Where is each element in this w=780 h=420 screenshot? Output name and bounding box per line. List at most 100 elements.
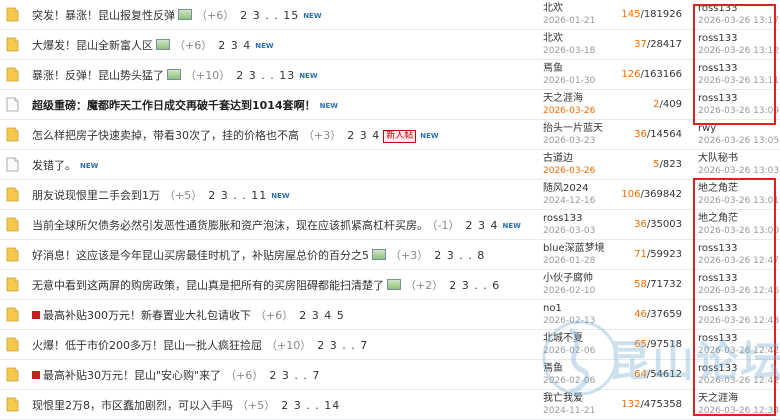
last-post-time[interactable]: 2026-03-26 13:05	[698, 135, 779, 148]
author-name[interactable]: 随风2024	[543, 182, 595, 195]
thread-row[interactable]: 突发！暴涨！昆山报复性反弹 （+6） 2 3 . . 15 NEW 北欢 2026-01-…	[0, 0, 780, 30]
reply-view-counts: 46/37659	[634, 309, 682, 320]
thread-row[interactable]: 当前全球所欠债务必然引发恶性通货膨胀和资产泡沫，现在应该抓紧高杠杆买房。 （-1）…	[0, 210, 780, 240]
thread-title-link[interactable]: 突发！暴涨！昆山报复性反弹	[32, 9, 175, 22]
author-name[interactable]: 抬头一片蓝天	[543, 122, 603, 135]
post-date: 2024-12-16	[543, 196, 596, 206]
post-date: 2026-03-23	[543, 136, 596, 146]
page-links[interactable]: 2 3 . . 7	[317, 339, 368, 352]
page-links[interactable]: 2 3 . . 7	[269, 369, 320, 382]
thread-title-link[interactable]: 暴涨！反弹！昆山势头猛了	[32, 69, 164, 82]
thread-row[interactable]: 火爆！低于市价200多万！昆山一批人疯狂捡屈 （+10） 2 3 . . 7 北城不夏…	[0, 330, 780, 360]
thread-row[interactable]: 暴涨！反弹！昆山势头猛了 （+10） 2 3 . . 13 NEW 焉鱼 2026-01-…	[0, 60, 780, 90]
author-name[interactable]: 北欢	[543, 32, 595, 45]
thread-row[interactable]: 怎么样把房子快速卖掉，带看30次了，挂的价格也不高 （+3） 2 3 4 新人帖 NEW…	[0, 120, 780, 150]
page-links[interactable]: 2 3 4	[465, 219, 498, 232]
thread-title-link[interactable]: 发错了。	[32, 159, 76, 172]
author-name[interactable]: 小伙子腐帅	[543, 272, 595, 285]
author-name[interactable]: no1	[543, 302, 595, 315]
thread-title-block: 超级重磅：魔都昨天工作日成交再破千套达到1014套啊！ NEW	[32, 97, 338, 113]
post-date: 2024-11-21	[543, 406, 596, 416]
thread-author-block: ross133 2026-03-03	[543, 212, 595, 238]
author-name[interactable]: 我亡我爱	[543, 392, 595, 405]
author-name[interactable]: blue深蓝梦境	[543, 242, 605, 255]
thread-title-link[interactable]: 火爆！低于市价200多万！昆山一批人疯狂捡屈	[32, 339, 262, 352]
thread-row[interactable]: 发错了。 NEW 古道边 2026-03-26 5/823 大队秘书 2026-03-26 …	[0, 150, 780, 180]
thread-row[interactable]: 大爆发！昆山全新富人区 （+6） 2 3 4 NEW 北欢 2026-03-18 37/28…	[0, 30, 780, 60]
folder-icon	[6, 217, 19, 232]
thread-title-link[interactable]: 无意中看到这两屏的购房政策，昆山真是把所有的买房阻碍都能扫清楚了	[32, 279, 384, 292]
reply-view-counts: 126/163166	[621, 69, 682, 80]
post-date: 2026-03-18	[543, 46, 596, 56]
page-links[interactable]: 2 3 4 5	[299, 309, 344, 322]
page-links[interactable]: 2 3 . . 15	[240, 9, 299, 22]
thread-title-link[interactable]: 最高补贴300万元！新春置业大礼包请收下	[43, 309, 251, 322]
page-links[interactable]: 2 3 . . 8	[434, 249, 485, 262]
reply-count: 145	[621, 9, 641, 20]
document-icon	[6, 157, 19, 172]
thread-row[interactable]: 现恨里2万8，市区蠢加剧烈，可以入手吗 （+5） 2 3 . . 14 我亡我爱 202…	[0, 390, 780, 420]
page-links[interactable]: 2 3 4	[218, 39, 251, 52]
view-count: 28417	[650, 39, 682, 50]
thread-title-block: 怎么样把房子快速卖掉，带看30次了，挂的价格也不高 （+3） 2 3 4 新人帖 NEW	[32, 127, 439, 143]
thread-title-link[interactable]: 大爆发！昆山全新富人区	[32, 39, 153, 52]
new-badge: NEW	[299, 72, 318, 80]
last-post-user[interactable]: 大队秘书	[698, 152, 779, 165]
last-post-time[interactable]: 2026-03-26 13:03	[698, 165, 779, 178]
page-links[interactable]: 2 3 . . 14	[281, 399, 340, 412]
thread-row[interactable]: 好消息！这应该是今年昆山买房最佳时机了，补贴房屋总价的百分之5 （+3） 2 3 .…	[0, 240, 780, 270]
thread-title-block: 大爆发！昆山全新富人区 （+6） 2 3 4 NEW	[32, 37, 274, 53]
thread-title-link[interactable]: 现恨里2万8，市区蠢加剧烈，可以入手吗	[32, 399, 233, 412]
page-links[interactable]: 2 3 . . 13	[236, 69, 295, 82]
thread-author-block: 古道边 2026-03-26	[543, 152, 595, 178]
thread-author-block: blue深蓝梦境 2026-01-28	[543, 242, 605, 268]
thread-row[interactable]: 最高补贴300万元！新春置业大礼包请收下 （+6） 2 3 4 5 no1 2026-0…	[0, 300, 780, 330]
thread-title-link[interactable]: 朋友说现恨里二手会到1万	[32, 189, 160, 202]
thread-title-link[interactable]: 好消息！这应该是今年昆山买房最佳时机了，补贴房屋总价的百分之5	[32, 249, 369, 262]
author-name[interactable]: 古道边	[543, 152, 595, 165]
view-count: 59923	[650, 249, 682, 260]
thread-title-link[interactable]: 超级重磅：魔都昨天工作日成交再破千套达到1014套啊！	[32, 99, 316, 112]
view-count: 475358	[643, 399, 682, 410]
folder-icon	[6, 397, 19, 412]
author-name[interactable]: 北城不夏	[543, 332, 595, 345]
folder-icon	[6, 67, 19, 82]
view-count: 71732	[650, 279, 682, 290]
author-name[interactable]: 天之涯海	[543, 92, 595, 105]
reply-view-counts: 58/71732	[634, 279, 682, 290]
new-badge: NEW	[80, 162, 99, 170]
thread-author-block: 我亡我爱 2024-11-21	[543, 392, 595, 418]
thread-row[interactable]: 朋友说现恨里二手会到1万 （+5） 2 3 . . 11 NEW 随风2024 2024-…	[0, 180, 780, 210]
author-name[interactable]: 焉鱼	[543, 362, 595, 375]
thread-author-block: 抬头一片蓝天 2026-03-23	[543, 122, 603, 148]
page-links[interactable]: 2 3 . . 6	[449, 279, 500, 292]
author-name[interactable]: 焉鱼	[543, 62, 595, 75]
folder-icon	[6, 307, 19, 322]
thread-title-block: 当前全球所欠债务必然引发恶性通货膨胀和资产泡沫，现在应该抓紧高杠杆买房。 （-1）…	[32, 217, 521, 233]
image-attachment-icon	[387, 279, 401, 290]
thread-title-link[interactable]: 当前全球所欠债务必然引发恶性通货膨胀和资产泡沫，现在应该抓紧高杠杆买房。	[32, 219, 428, 232]
thread-row[interactable]: 无意中看到这两屏的购房政策，昆山真是把所有的买房阻碍都能扫清楚了 （+2） 2 3 …	[0, 270, 780, 300]
rating-count: （+3）	[303, 129, 342, 142]
folder-icon	[6, 7, 19, 22]
author-name[interactable]: 北欢	[543, 2, 595, 15]
rating-count: （+6）	[255, 309, 294, 322]
thread-title-block: 现恨里2万8，市区蠢加剧烈，可以入手吗 （+5） 2 3 . . 14	[32, 397, 340, 413]
thread-row[interactable]: 最高补贴30万元！昆山"安心购"来了 （+6） 2 3 . . 7 焉鱼 2026-02…	[0, 360, 780, 390]
page-links[interactable]: 2 3 . . 11	[208, 189, 267, 202]
reply-count: 64	[634, 369, 647, 380]
thread-title-block: 好消息！这应该是今年昆山买房最佳时机了，补贴房屋总价的百分之5 （+3） 2 3 .…	[32, 247, 485, 263]
thread-title-link[interactable]: 怎么样把房子快速卖掉，带看30次了，挂的价格也不高	[32, 129, 299, 142]
rating-count: （+2）	[405, 279, 444, 292]
thread-row[interactable]: 超级重磅：魔都昨天工作日成交再破千套达到1014套啊！ NEW 天之涯海 2026-0…	[0, 90, 780, 120]
thread-title-block: 发错了。 NEW	[32, 157, 98, 173]
red-flag-icon	[32, 371, 40, 379]
thread-title-link[interactable]: 最高补贴30万元！昆山"安心购"来了	[43, 369, 221, 382]
thread-author-block: 随风2024 2024-12-16	[543, 182, 595, 208]
page-links[interactable]: 2 3 4	[347, 129, 380, 142]
author-name[interactable]: ross133	[543, 212, 595, 225]
view-count: 37659	[650, 309, 682, 320]
thread-title-block: 最高补贴30万元！昆山"安心购"来了 （+6） 2 3 . . 7	[32, 367, 320, 383]
reply-view-counts: 36/14564	[634, 129, 682, 140]
reply-view-counts: 145/181926	[621, 9, 682, 20]
